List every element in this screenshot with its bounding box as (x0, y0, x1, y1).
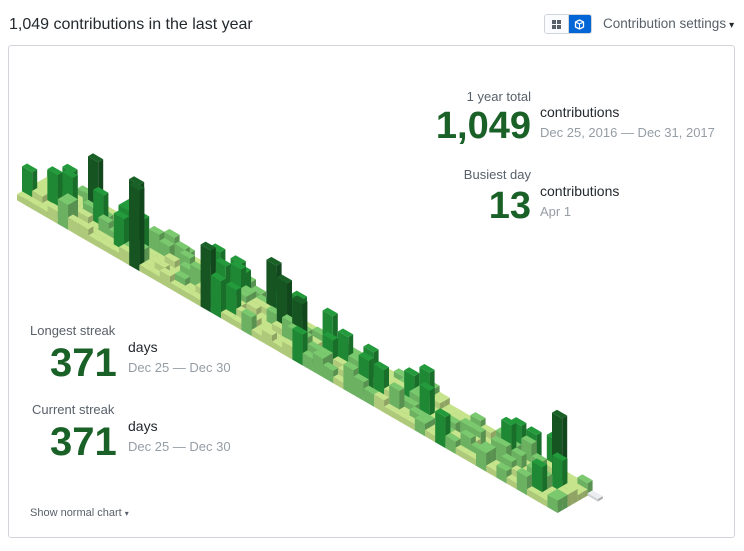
cube-icon (575, 18, 585, 30)
contribution-settings-label: Contribution settings (603, 16, 727, 31)
longest-streak-value: 371 (50, 341, 117, 385)
contributions-heading: 1,049 contributions in the last year (9, 16, 253, 33)
contributions-page: 1,049 contributions in the last year Con… (0, 0, 744, 551)
cube-view-button[interactable] (567, 15, 591, 33)
year-total-range: Dec 25, 2016 — Dec 31, 2017 (540, 125, 715, 140)
busiest-day-value: 13 (488, 185, 531, 227)
show-normal-chart-link[interactable]: Show normal chart ▾ (30, 507, 129, 519)
contribution-settings-dropdown[interactable]: Contribution settings ▾ (603, 16, 734, 31)
current-streak-unit: days (128, 418, 158, 434)
year-total-value: 1,049 (435, 105, 531, 147)
cube-left-face (129, 184, 140, 272)
current-streak-label: Current streak (32, 402, 115, 417)
caret-down-icon: ▾ (124, 509, 129, 518)
busiest-day-label: Busiest day (463, 167, 531, 182)
isometric-chart-panel: 1 year total 1,049 contributions Dec 25,… (8, 45, 735, 538)
longest-streak-label: Longest streak (30, 323, 116, 338)
grid-icon (551, 19, 561, 29)
isometric-contribution-chart (17, 153, 603, 513)
busiest-day-date: Apr 1 (540, 204, 572, 219)
cube-left-face (210, 275, 221, 319)
view-toggle (544, 14, 592, 34)
cube-left-face (200, 244, 211, 313)
caret-down-icon: ▾ (729, 20, 735, 31)
cube-left-face (435, 411, 446, 449)
current-streak-range: Dec 25 — Dec 30 (128, 439, 231, 454)
grid-view-button[interactable] (545, 15, 568, 33)
show-normal-chart-label: Show normal chart (30, 507, 122, 519)
longest-streak-unit: days (128, 339, 158, 355)
cube-left-face (292, 328, 303, 366)
cube-right-face (139, 187, 145, 272)
current-streak-value: 371 (50, 420, 117, 464)
longest-streak-range: Dec 25 — Dec 30 (128, 360, 231, 375)
year-total-unit: contributions (540, 104, 620, 120)
year-total-label: 1 year total (466, 89, 531, 104)
busiest-day-unit: contributions (540, 183, 620, 199)
